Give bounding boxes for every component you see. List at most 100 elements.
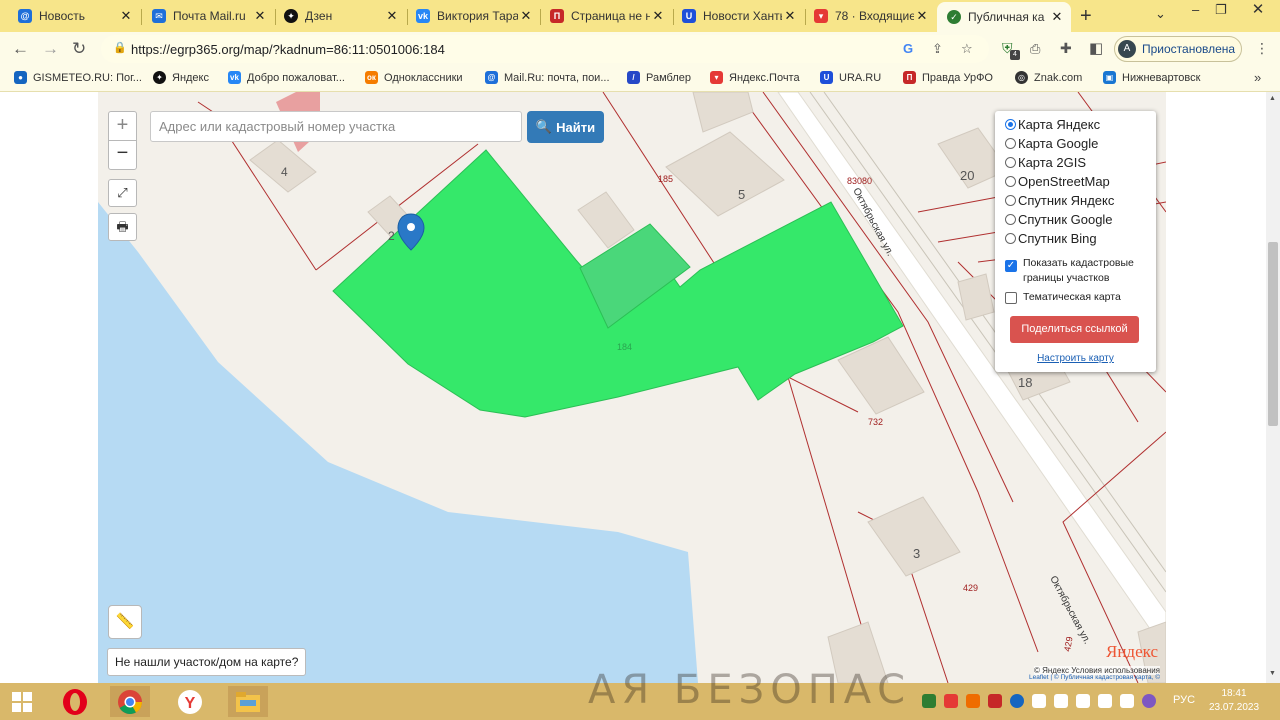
close-icon[interactable]: ✕: [650, 8, 666, 24]
vk-icon: vk: [416, 9, 430, 23]
layer-google-map[interactable]: Карта Google: [1005, 136, 1098, 151]
show-boundaries-checkbox[interactable]: ✓: [1005, 260, 1017, 272]
configure-map-link[interactable]: Настроить карту: [995, 353, 1156, 364]
bookmark-vk[interactable]: vk Добро пожаловат...: [228, 71, 345, 84]
bookmark-odnoklassniki[interactable]: ок Одноклассники: [365, 71, 463, 84]
layer-openstreetmap[interactable]: OpenStreetMap: [1005, 174, 1110, 189]
tab-vk[interactable]: vk Виктория Тара ✕: [406, 4, 540, 28]
bookmark-mailru[interactable]: @ Mail.Ru: почта, пои...: [485, 71, 610, 84]
system-clock[interactable]: 18:41 23.07.2023: [1204, 687, 1264, 715]
tab-page-not-found[interactable]: П Страница не н ✕: [540, 4, 672, 28]
bookmark-yandex[interactable]: ✦ Яндекс: [153, 71, 209, 84]
more-bookmarks-icon[interactable]: »: [1254, 70, 1261, 85]
tab-news-khanty[interactable]: U Новости Ханты ✕: [672, 4, 804, 28]
zoom-out-button[interactable]: −: [108, 140, 137, 170]
windows-taskbar: АЯ БЕЗОПАС Y РУС 18:41 23.07.2023: [0, 667, 1280, 720]
extension-badge: 4: [1010, 50, 1020, 60]
radio-icon[interactable]: [1005, 233, 1016, 244]
new-tab-icon[interactable]: +: [1080, 5, 1092, 28]
close-icon[interactable]: ✕: [518, 8, 534, 24]
address-bar[interactable]: 🔒 https://egrp365.org/map/?kadnum=86:11:…: [101, 35, 989, 63]
yandex-browser-icon[interactable]: Y: [170, 686, 210, 717]
restore-icon[interactable]: ❐: [1215, 2, 1227, 18]
close-icon[interactable]: ✕: [914, 8, 930, 24]
radio-icon[interactable]: [1005, 176, 1016, 187]
tray-app-icon[interactable]: [944, 694, 958, 708]
tab-search-chevron-icon[interactable]: ⌄: [1155, 6, 1166, 22]
volume-icon[interactable]: [1054, 694, 1068, 708]
radio-icon[interactable]: [1005, 214, 1016, 225]
kebab-menu-icon[interactable]: ⋮: [1255, 40, 1269, 57]
bluetooth-icon[interactable]: [1010, 694, 1024, 708]
not-found-button[interactable]: Не нашли участок/дом на карте?: [107, 648, 307, 676]
profile-button[interactable]: A Приостановлена: [1114, 36, 1242, 62]
network-icon[interactable]: [1032, 694, 1046, 708]
search-button[interactable]: 🔍 Найти: [527, 111, 604, 143]
layer-yandex-satellite[interactable]: Спутник Яндекс: [1005, 193, 1114, 208]
input-language-indicator[interactable]: РУС: [1173, 694, 1195, 706]
back-icon[interactable]: ←: [12, 39, 29, 59]
scroll-up-icon[interactable]: ▲: [1269, 95, 1276, 102]
bookmark-star-icon[interactable]: ☆: [961, 41, 973, 57]
minimize-icon[interactable]: –: [1192, 2, 1199, 17]
tray-app-icon[interactable]: [1142, 694, 1156, 708]
chrome-icon[interactable]: [110, 686, 150, 717]
radio-icon[interactable]: [1005, 195, 1016, 206]
scroll-down-icon[interactable]: ▼: [1269, 670, 1276, 677]
tab-news[interactable]: @ Новость ✕: [8, 4, 140, 28]
extensions-puzzle-icon[interactable]: ✚: [1060, 40, 1072, 57]
tray-app-icon[interactable]: [1076, 694, 1090, 708]
radio-icon[interactable]: [1005, 138, 1016, 149]
tray-app-icon[interactable]: [1098, 694, 1112, 708]
scrollbar-thumb[interactable]: [1268, 242, 1278, 426]
thematic-map-checkbox[interactable]: [1005, 292, 1017, 304]
bookmark-label: Правда УрФО: [922, 71, 993, 84]
fullscreen-icon[interactable]: ⤢: [108, 179, 137, 207]
printer-extension-icon[interactable]: ⎙: [1030, 41, 1040, 57]
page-scrollbar[interactable]: ▲ ▼: [1266, 92, 1280, 683]
windows-start-icon[interactable]: [2, 686, 42, 717]
bookmark-rambler[interactable]: / Рамблер: [627, 71, 691, 84]
layer-google-satellite[interactable]: Спутник Google: [1005, 212, 1113, 227]
layer-2gis-map[interactable]: Карта 2GIS: [1005, 155, 1086, 170]
bookmark-znak[interactable]: ◎ Znak.com: [1015, 71, 1082, 84]
tab-zen[interactable]: ✦ Дзен ✕: [274, 4, 406, 28]
layer-bing-satellite[interactable]: Спутник Bing: [1005, 231, 1097, 246]
opera-icon[interactable]: [55, 686, 95, 717]
radio-icon[interactable]: [1005, 157, 1016, 168]
tray-app-icon[interactable]: [988, 694, 1002, 708]
radio-icon[interactable]: [1005, 119, 1016, 130]
cadastral-map[interactable]: 4 2 5 20 18 3 185 184 732 429 83080 Октя…: [98, 92, 1166, 683]
file-explorer-icon[interactable]: [228, 686, 268, 717]
close-window-icon[interactable]: ✕: [1236, 0, 1280, 22]
close-icon[interactable]: ✕: [252, 8, 268, 24]
bookmark-nizhnevartovsk[interactable]: ▣ Нижневартовск: [1103, 71, 1200, 84]
close-icon[interactable]: ✕: [118, 8, 134, 24]
bookmark-gismeteo[interactable]: ● GISMETEO.RU: Пог...: [14, 71, 142, 84]
print-icon[interactable]: 🖶: [108, 213, 137, 241]
google-g-icon[interactable]: G: [903, 41, 913, 56]
bookmark-pravda-urfo[interactable]: П Правда УрФО: [903, 71, 993, 84]
tab-mail[interactable]: ✉ Почта Mail.ru ✕: [142, 4, 274, 28]
share-link-button[interactable]: Поделиться ссылкой: [1010, 316, 1139, 343]
tray-app-icon[interactable]: [966, 694, 980, 708]
side-panel-icon[interactable]: ◧: [1089, 39, 1103, 57]
url-text[interactable]: https://egrp365.org/map/?kadnum=86:11:05…: [131, 42, 445, 57]
bookmark-ura[interactable]: U URA.RU: [820, 71, 881, 84]
ruler-measure-icon[interactable]: 📏: [108, 605, 142, 639]
forward-icon[interactable]: →: [42, 39, 59, 59]
search-input[interactable]: [150, 111, 522, 142]
close-icon[interactable]: ✕: [384, 8, 400, 24]
leaflet-attribution[interactable]: Leaflet | © Публичная кадастровая карта,…: [1029, 674, 1160, 681]
reload-icon[interactable]: ↻: [72, 39, 86, 59]
close-icon[interactable]: ✕: [782, 8, 798, 24]
zoom-in-button[interactable]: +: [108, 111, 137, 141]
tab-public-cadastral-map[interactable]: ✓ Публичная ка ✕: [937, 2, 1071, 32]
tray-shield-icon[interactable]: [922, 694, 936, 708]
share-icon[interactable]: ⇪: [932, 41, 943, 57]
close-icon[interactable]: ✕: [1049, 9, 1065, 25]
tab-inbox[interactable]: ▾ 78 · Входящие ✕: [804, 4, 936, 28]
bookmark-yandex-mail[interactable]: ▾ Яндекс.Почта: [710, 71, 800, 84]
flag-icon[interactable]: [1120, 694, 1134, 708]
layer-yandex-map[interactable]: Карта Яндекс: [1005, 117, 1100, 132]
